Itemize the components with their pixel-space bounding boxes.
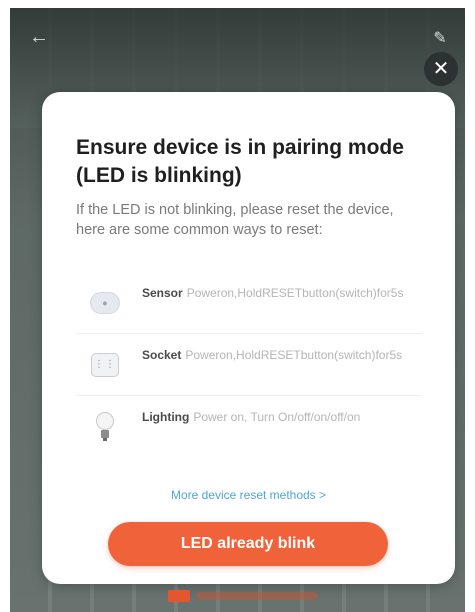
list-item: ⋮⋮ Socket Poweron,HoldRESETbutton(switch)… [76, 334, 422, 396]
method-name: Lighting [142, 410, 190, 424]
dialog-subtitle: If the LED is not blinking, please reset… [76, 202, 394, 238]
socket-icon: ⋮⋮ [88, 348, 122, 382]
more-reset-methods-link[interactable]: More device reset methods > [42, 488, 455, 502]
method-description: Poweron,HoldRESETbutton(switch)for5s [186, 286, 404, 300]
led-already-blink-button[interactable]: LED already blink [108, 522, 388, 566]
bottom-hint [168, 588, 318, 604]
method-description: Poweron,HoldRESETbutton(switch)for5s [185, 348, 403, 362]
hint-text-placeholder [196, 592, 318, 600]
pairing-mode-dialog: Ensure device is in pairing mode (LED is… [42, 92, 455, 584]
bulb-icon [88, 410, 122, 444]
method-description: Power on, Turn On/off/on/off/on [193, 410, 361, 424]
dialog-title: Ensure device is in pairing mode (LED is… [76, 136, 404, 187]
back-arrow-icon[interactable]: ← [28, 26, 50, 48]
close-icon[interactable]: ✕ [424, 52, 458, 86]
sensor-icon: ● [88, 286, 122, 320]
list-item: Lighting Power on, Turn On/off/on/off/on [76, 396, 422, 458]
method-name: Sensor [142, 286, 183, 300]
pencil-icon[interactable]: ✎ [429, 28, 451, 50]
method-name: Socket [142, 348, 182, 362]
reset-methods-list: ● Sensor Poweron,HoldRESETbutton(switch)f… [76, 272, 422, 458]
list-item: ● Sensor Poweron,HoldRESETbutton(switch)f… [76, 272, 422, 334]
hint-badge [168, 590, 190, 602]
